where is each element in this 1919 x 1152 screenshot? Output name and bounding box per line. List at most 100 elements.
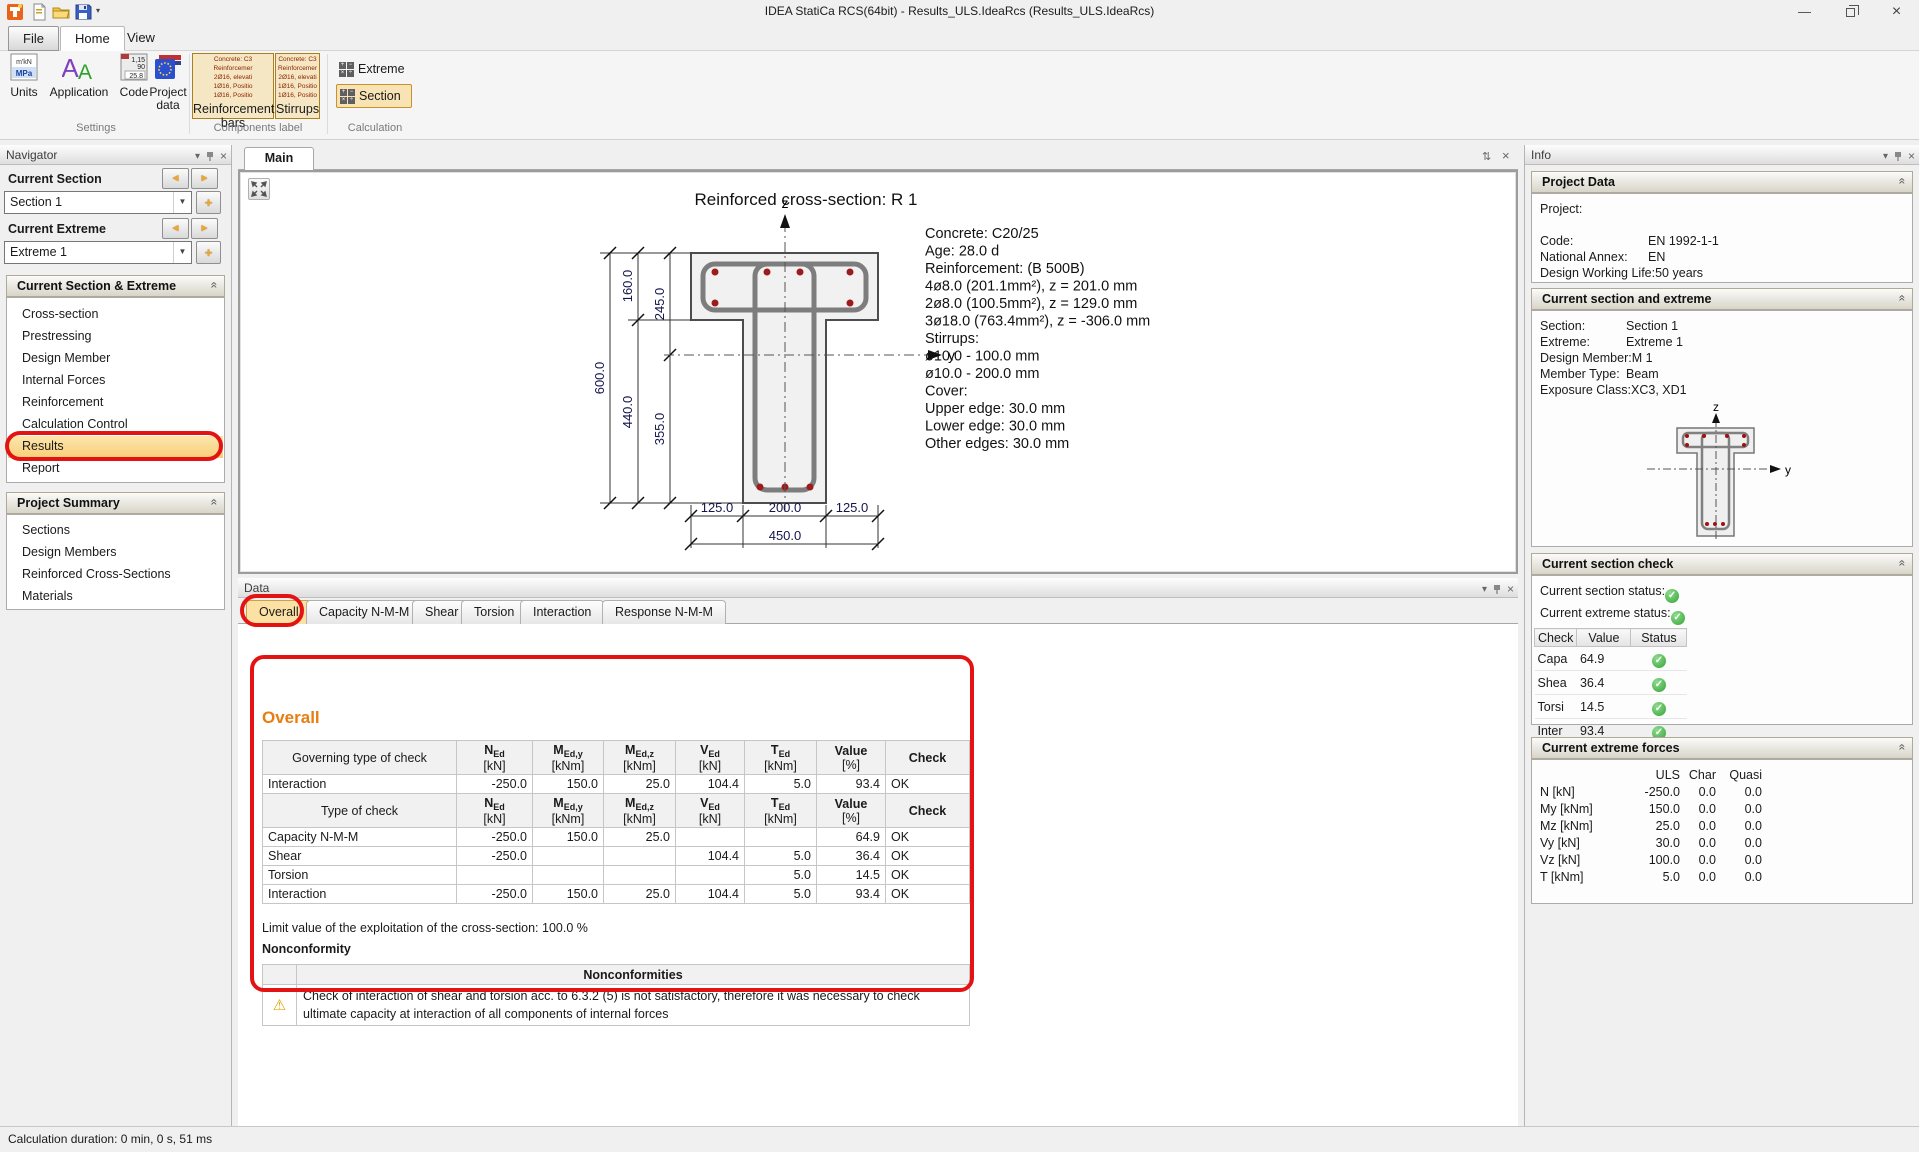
extreme-label: Extreme: [358, 62, 405, 76]
table-cell: Type of check: [263, 794, 457, 828]
pin-icon[interactable]: [1894, 151, 1902, 162]
project-data-button[interactable]: Project data: [146, 53, 190, 112]
table-cell: NEd[kN]: [457, 741, 533, 775]
sidebar-item-materials[interactable]: Materials: [8, 586, 223, 608]
table-cell: Check: [1535, 629, 1577, 647]
main-tab-bar: Main ⇅ ×: [238, 145, 1518, 170]
preview-line: 2Ø16, elevati: [276, 72, 319, 81]
current-extreme-label: Current Extreme: [8, 222, 106, 236]
extreme-button[interactable]: +−×÷ Extreme: [336, 57, 412, 81]
pin-icon[interactable]: [1493, 584, 1501, 595]
table-cell: 14.5: [817, 866, 886, 885]
drawing-canvas[interactable]: Reinforced cross-section: R 1 z y: [238, 170, 1518, 574]
table-cell: Torsi: [1535, 695, 1577, 719]
pin-icon[interactable]: [206, 151, 214, 162]
tab-main[interactable]: Main: [244, 147, 314, 170]
svg-text:Age: 28.0 d: Age: 28.0 d: [925, 244, 999, 260]
sidebar-item-reinforced-cross-sections[interactable]: Reinforced Cross-Sections: [8, 564, 223, 586]
tab-response-nmm[interactable]: Response N-M-M: [602, 600, 726, 624]
info-row: Exposure Class:XC3, XD1: [1540, 383, 1687, 397]
section-button[interactable]: +−×÷ Section: [336, 84, 412, 108]
tab-file[interactable]: File: [8, 26, 59, 51]
add-section-button[interactable]: +: [196, 191, 221, 214]
close-icon[interactable]: ×: [220, 149, 227, 163]
tab-capacity-nmm[interactable]: Capacity N-M-M: [306, 600, 422, 624]
table-cell: Governing type of check: [263, 741, 457, 775]
section-select[interactable]: Section 1▼: [4, 191, 192, 214]
tab-view[interactable]: View: [113, 26, 169, 51]
table-row: Mz [kNm]25.00.00.0: [1540, 819, 1762, 833]
sidebar-item-sections[interactable]: Sections: [8, 520, 223, 542]
section-select-value: Section 1: [10, 195, 62, 209]
units-button[interactable]: m'kNMPa Units: [4, 53, 44, 99]
dropdown-icon[interactable]: ▾: [1482, 584, 1487, 595]
sidebar-item-design-member[interactable]: Design Member: [8, 348, 223, 370]
z-axis-arrow: [780, 214, 790, 228]
sidebar-item-design-members[interactable]: Design Members: [8, 542, 223, 564]
status-ok-icon: ✓: [1652, 702, 1666, 716]
status-bar: Calculation duration: 0 min, 0 s, 51 ms: [0, 1126, 1919, 1152]
table-row: Interaction -250.0 150.0 25.0 104.4 5.0 …: [263, 885, 970, 904]
group-project-summary[interactable]: Project Summary«: [6, 492, 225, 514]
application-label: Application: [48, 86, 110, 99]
table-cell: ✓: [1631, 671, 1687, 695]
collapse-icon: «: [208, 499, 222, 506]
group-current-section-extreme[interactable]: Current Section & Extreme«: [6, 275, 225, 297]
sidebar-item-internal-forces[interactable]: Internal Forces: [8, 370, 223, 392]
table-cell: [604, 847, 676, 866]
table-row: Capacity N-M-M -250.0 150.0 25.0 64.9 OK: [263, 828, 970, 847]
sidebar-item-calculation-control[interactable]: Calculation Control: [8, 414, 223, 436]
restore-button[interactable]: [1828, 0, 1873, 26]
close-icon[interactable]: ×: [1507, 582, 1514, 596]
tab-torsion[interactable]: Torsion: [461, 600, 527, 624]
table-row: N [kN]-250.00.00.0: [1540, 785, 1762, 799]
data-panel-title-text: Data: [244, 581, 269, 595]
table-cell: [457, 866, 533, 885]
mini-cross-section-drawing: z y: [1532, 401, 1912, 545]
reinforcement-bars-button[interactable]: Concrete: C3 Reinforcemer 2Ø16, elevati …: [192, 53, 274, 119]
application-button[interactable]: AA Application: [48, 53, 110, 99]
svg-text:245.0: 245.0: [652, 288, 667, 321]
close-button[interactable]: ×: [1874, 0, 1919, 26]
overall-heading: Overall: [262, 708, 320, 728]
table-cell: Shear: [263, 847, 457, 866]
next-extreme-button[interactable]: ►: [191, 218, 218, 239]
next-section-button[interactable]: ►: [191, 168, 218, 189]
extreme-select[interactable]: Extreme 1▼: [4, 241, 192, 264]
table-cell: 5.0: [745, 847, 817, 866]
group-current-extreme-forces[interactable]: Current extreme forces«: [1531, 737, 1913, 759]
table-header-row: Type of check NEd[kN] MEd,y[kNm] MEd,z[k…: [263, 794, 970, 828]
add-extreme-button[interactable]: +: [196, 241, 221, 264]
close-icon[interactable]: ×: [1502, 148, 1510, 163]
sidebar-item-reinforcement[interactable]: Reinforcement: [8, 392, 223, 414]
dropdown-icon[interactable]: ▾: [195, 151, 200, 162]
stirrups-button[interactable]: Concrete: C3 Reinforcemer 2Ø16, elevati …: [275, 53, 320, 119]
sidebar-item-prestressing[interactable]: Prestressing: [8, 326, 223, 348]
table-cell: Capacity N-M-M: [263, 828, 457, 847]
group-current-section-check[interactable]: Current section check«: [1531, 553, 1913, 575]
table-cell: 104.4: [676, 775, 745, 794]
dock-icon[interactable]: ⇅: [1482, 150, 1491, 163]
svg-text:440.0: 440.0: [620, 396, 635, 429]
sidebar-item-report[interactable]: Report: [8, 458, 223, 480]
table-row: Torsi 14.5 ✓: [1535, 695, 1687, 719]
close-icon[interactable]: ×: [1908, 149, 1915, 163]
previous-section-button[interactable]: ◄: [162, 168, 189, 189]
group-current-section-extreme-info[interactable]: Current section and extreme«: [1531, 288, 1913, 310]
table-cell: 25.0: [604, 828, 676, 847]
table-cell: [604, 866, 676, 885]
group-project-data[interactable]: Project Data«: [1531, 171, 1913, 193]
table-cell: 93.4: [817, 885, 886, 904]
previous-extreme-button[interactable]: ◄: [162, 218, 189, 239]
tab-overall[interactable]: Overall: [246, 600, 312, 624]
dropdown-icon[interactable]: ▾: [1883, 151, 1888, 162]
zoom-extents-button[interactable]: [248, 178, 270, 200]
tab-interaction[interactable]: Interaction: [520, 600, 604, 624]
minimize-button[interactable]: —: [1782, 0, 1827, 26]
status-ok-icon: ✓: [1652, 678, 1666, 692]
sidebar-item-results[interactable]: Results: [8, 436, 223, 458]
info-row: National Annex:EN: [1540, 250, 1665, 264]
sidebar-item-cross-section[interactable]: Cross-section: [8, 304, 223, 326]
navigator-list: Sections Design Members Reinforced Cross…: [6, 514, 225, 610]
svg-text:3ø18.0 (763.4mm²), z = -306.0: 3ø18.0 (763.4mm²), z = -306.0 mm: [925, 314, 1150, 330]
